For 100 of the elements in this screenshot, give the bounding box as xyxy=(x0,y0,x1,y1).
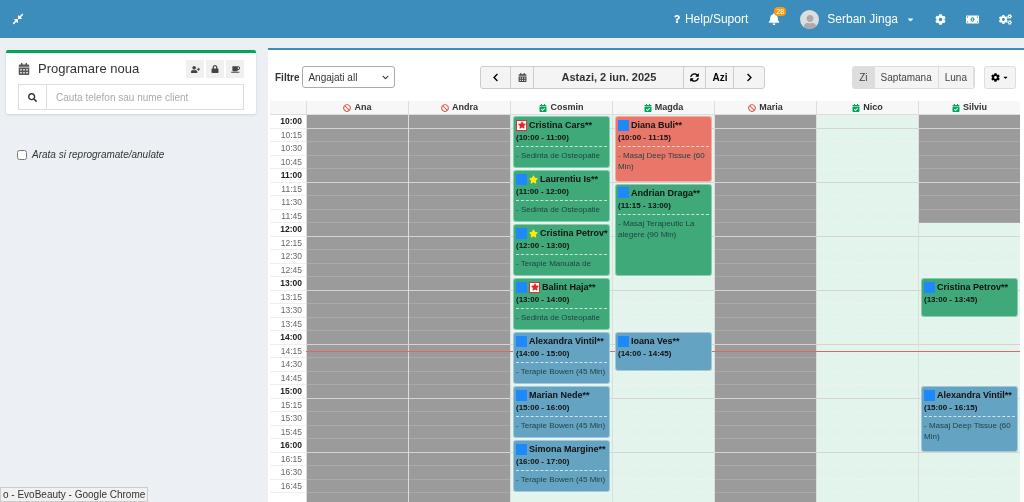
appointment-time: (15:00 - 16:00) xyxy=(516,402,570,414)
employee-name: Ana xyxy=(354,101,372,114)
settings-icon[interactable] xyxy=(935,13,946,25)
square-icon xyxy=(924,281,935,293)
service-text: - Sedinta de Osteopatie xyxy=(516,150,602,161)
time-label: 12:00 xyxy=(280,225,302,234)
person-icon xyxy=(802,14,817,29)
time-label: 14:30 xyxy=(280,360,302,369)
time-label: 11:30 xyxy=(281,198,302,207)
appointment-time: (11:15 - 13:00) xyxy=(618,199,671,212)
service-text: - Terapie Manuala de xyxy=(516,258,592,269)
filter-label: Filtre xyxy=(275,70,300,85)
client-name: Balint Haja** xyxy=(542,281,596,293)
time-label: 16:15 xyxy=(280,454,302,463)
help-link[interactable]: Help/Suport xyxy=(672,10,749,28)
chevron-right-icon xyxy=(744,72,754,82)
client-name: Cristina Petrov* xyxy=(540,227,608,239)
time-label: 13:45 xyxy=(280,319,302,328)
settings-icon xyxy=(991,72,1000,82)
square-icon xyxy=(516,281,527,293)
user-menu[interactable]: Serban Jinga xyxy=(800,9,915,29)
appointment-card[interactable]: Alexandra Vintil** (15:00 - 16:15) - Masaj Deep Tissue (60 Min) xyxy=(921,386,1018,452)
time-label: 10:00 xyxy=(280,117,302,126)
appointment-card[interactable]: Diana Buli** (10:00 - 11:15) - Masaj Deep Tissue (60 Min) xyxy=(615,116,712,182)
client-name: Laurentiu Is** xyxy=(540,173,598,185)
settings-dropdown[interactable] xyxy=(984,65,1016,89)
calendar-check-icon xyxy=(852,103,861,112)
client-name: Diana Buli** xyxy=(631,119,682,131)
service-text: - Masaj Deep Tissue (60 Min) xyxy=(618,150,706,172)
appointment-card[interactable]: Laurentiu Is** (11:00 - 12:00) - Sedinta de Osteopatie xyxy=(513,170,610,222)
calendar-check-icon xyxy=(643,103,652,112)
time-label: 13:30 xyxy=(280,306,302,315)
square-icon xyxy=(516,443,527,455)
add-client-button[interactable] xyxy=(186,60,204,78)
appointment-card[interactable]: Cristina Petrov** (13:00 - 13:45) xyxy=(921,278,1018,317)
view-tab[interactable]: Saptamana xyxy=(874,66,939,88)
ban-icon xyxy=(441,103,449,112)
refresh-icon xyxy=(690,72,700,82)
appointment-time: (16:00 - 17:00) xyxy=(516,456,570,468)
service-text: - Terapie Bowen (45 Min) xyxy=(516,474,607,485)
browser-status-tooltip: o - EvoBeauty - Google Chrome xyxy=(0,487,149,502)
time-label: 16:30 xyxy=(280,468,302,477)
appointment-card[interactable]: Simona Margine** (16:00 - 17:00) - Terapie Bowen (45 Min) xyxy=(513,440,610,492)
time-label: 15:15 xyxy=(280,400,302,409)
time-label: 12:45 xyxy=(280,265,302,274)
appointment-card[interactable]: Cristina Cars** (10:00 - 11:00) - Sedinta de Osteopatie xyxy=(513,116,610,168)
bell-icon[interactable] xyxy=(768,13,781,25)
today-button[interactable]: Azi xyxy=(706,66,735,88)
show-rescheduled-checkbox[interactable] xyxy=(17,149,27,160)
time-label: 11:15 xyxy=(281,184,302,193)
appointment-time: (13:00 - 13:45) xyxy=(924,294,978,306)
calendar-check-icon xyxy=(952,103,960,112)
lock-icon xyxy=(211,65,219,73)
client-name: Simona Margine** xyxy=(529,443,606,455)
calendar-icon xyxy=(517,72,527,82)
appointment-card[interactable]: Cristina Petrov* (12:00 - 13:00) - Terapie Manuala de xyxy=(513,224,610,276)
client-name: Marian Nede** xyxy=(529,389,590,401)
appointment-time: (11:00 - 12:00) xyxy=(516,186,569,198)
time-label: 11:00 xyxy=(280,171,302,180)
appointment-card[interactable]: Ioana Ves** (14:00 - 14:45) xyxy=(615,332,712,371)
client-name: Cristina Cars** xyxy=(529,119,593,131)
star-icon xyxy=(529,228,538,238)
time-label: 14:00 xyxy=(280,333,302,342)
time-label: 13:15 xyxy=(280,292,302,301)
ban-icon xyxy=(343,103,352,112)
square-icon xyxy=(516,227,527,239)
appointment-time: (10:00 - 11:00) xyxy=(516,132,569,144)
employee-select[interactable]: Angajati all xyxy=(302,66,396,88)
calendar-check-icon xyxy=(539,103,548,112)
magnifier-icon xyxy=(28,92,37,102)
appointment-card[interactable]: Andrian Draga** (11:15 - 13:00) - Masaj Terapeutic La alegere (90 Min) xyxy=(615,183,712,276)
chevron-down-icon xyxy=(382,73,390,81)
employee-name: Silviu xyxy=(963,101,987,114)
view-tab[interactable]: Zi xyxy=(853,66,875,88)
time-label: 14:15 xyxy=(280,346,302,355)
client-name: Ioana Ves** xyxy=(631,335,680,347)
view-tab[interactable]: Luna xyxy=(938,66,974,88)
coffee-cup-icon xyxy=(230,64,240,74)
time-label: 13:00 xyxy=(280,279,302,288)
appointment-time: (15:00 - 16:15) xyxy=(924,402,978,414)
service-text: - Sedinta de Osteopatie xyxy=(516,204,602,215)
service-text: - Sedinta de Osteopatie xyxy=(516,312,602,323)
collapse-icon[interactable] xyxy=(12,13,24,25)
ban-icon xyxy=(748,103,757,112)
lock-button[interactable] xyxy=(206,60,224,78)
coffee-button[interactable] xyxy=(226,60,244,78)
appointment-card[interactable]: Balint Haja** (13:00 - 14:00) - Sedinta de Osteopatie xyxy=(513,278,610,330)
search-field[interactable]: Cauta telefon sau nume client xyxy=(47,84,244,110)
time-label: 11:45 xyxy=(281,211,302,220)
star-icon xyxy=(529,174,538,184)
question-icon xyxy=(672,15,681,23)
appointment-card[interactable]: Marian Nede** (15:00 - 16:00) - Terapie Bowen (45 Min) xyxy=(513,386,610,438)
client-name: Cristina Petrov** xyxy=(937,281,1009,293)
time-label: 10:30 xyxy=(280,144,302,153)
appointment-card[interactable]: Alexandra Vintil** (14:00 - 15:00) - Terapie Bowen (45 Min) xyxy=(513,332,610,384)
square-icon xyxy=(516,335,527,347)
gears-icon[interactable] xyxy=(999,12,1012,26)
time-label: 14:45 xyxy=(280,373,302,382)
time-label: 10:15 xyxy=(280,130,302,139)
service-text: - Masaj Terapeutic La alegere (90 Min) xyxy=(618,217,696,240)
